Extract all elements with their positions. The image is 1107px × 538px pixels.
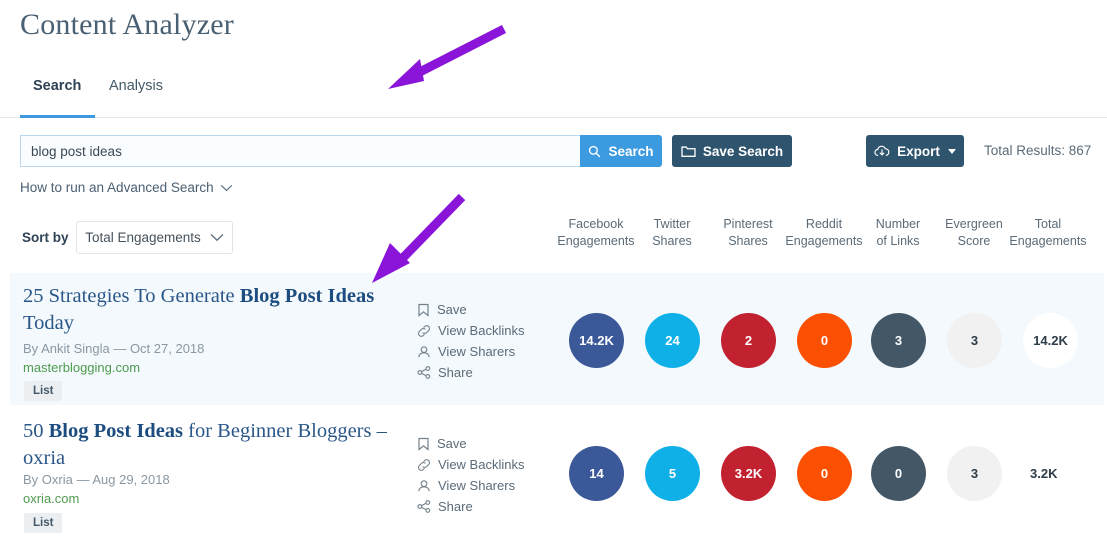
page-title: Content Analyzer [20,8,234,41]
column-header-line2: Engagements [1009,234,1087,248]
column-header-line1: Reddit [805,217,843,231]
metric-reddit-engagements: 0 [797,313,852,368]
action-label: Share [438,365,473,380]
tab-bar: Search Analysis [0,78,1107,118]
result-title[interactable]: 50 Blog Post Ideas for Beginner Bloggers… [23,418,403,472]
action-label: Save [437,302,467,317]
result-row[interactable]: 25 Strategies To Generate Blog Post Idea… [10,273,1104,405]
active-tab-indicator [20,115,95,118]
action-save[interactable]: Save [417,433,524,454]
action-label: Share [438,499,473,514]
action-share[interactable]: Share [417,362,524,383]
result-title-highlight: Blog Post Ideas [239,285,375,307]
metric-evergreen-score: 3 [947,313,1002,368]
result-title[interactable]: 25 Strategies To Generate Blog Post Idea… [23,283,403,337]
save-search-button[interactable]: Save Search [672,135,792,167]
action-view-sharers[interactable]: View Sharers [417,475,524,496]
metric-pinterest-shares: 2 [721,313,776,368]
column-header-line1: Twitter [653,217,691,231]
save-search-label: Save Search [702,143,784,159]
result-actions: Save View Backlinks View Sharers Share [417,299,524,383]
bookmark-icon [417,437,430,451]
column-header-line1: Total [1034,217,1062,231]
tab-search[interactable]: Search [33,78,81,118]
metric-facebook-engagements: 14.2K [569,313,624,368]
link-icon [417,324,431,338]
export-button-label: Export [897,143,940,159]
result-row[interactable]: 50 Blog Post Ideas for Beginner Bloggers… [10,408,1104,538]
metric-pinterest-shares: 3.2K [721,446,776,501]
action-view-backlinks[interactable]: View Backlinks [417,454,524,475]
action-label: Save [437,436,467,451]
result-title-highlight: Blog Post Ideas [48,420,184,442]
result-title-prefix: 25 Strategies To Generate [23,285,240,307]
action-label: View Sharers [438,478,516,493]
action-view-sharers[interactable]: View Sharers [417,341,524,362]
search-input[interactable] [20,135,580,167]
result-domain-link[interactable]: oxria.com [23,491,79,506]
result-type-badge: List [24,381,63,401]
total-results-count: Total Results: 867 [984,143,1092,158]
content-analyzer-page: Content Analyzer Search Analysis Search … [0,0,1107,538]
metric-total-engagements: 14.2K [1023,313,1078,368]
action-label: View Sharers [438,344,516,359]
bookmark-icon [417,303,430,317]
metric-evergreen-score: 3 [947,446,1002,501]
share-icon [417,500,431,513]
action-share[interactable]: Share [417,496,524,517]
share-icon [417,366,431,379]
metric-reddit-engagements: 0 [797,446,852,501]
metric-number-of-links: 3 [871,313,926,368]
link-icon [417,458,431,472]
column-header-total: Total Engagements [988,216,1107,250]
metric-twitter-shares: 24 [645,313,700,368]
result-byline: By Ankit Singla — Oct 27, 2018 [23,341,205,356]
advanced-search-label: How to run an Advanced Search [20,180,214,195]
cloud-download-icon [874,145,890,158]
tab-analysis[interactable]: Analysis [109,78,163,118]
result-title-suffix: Today [23,312,74,334]
search-button-label: Search [608,143,654,159]
metric-facebook-engagements: 14 [569,446,624,501]
person-icon [417,479,431,493]
result-actions: Save View Backlinks View Sharers Share [417,433,524,517]
action-save[interactable]: Save [417,299,524,320]
result-byline: By Oxria — Aug 29, 2018 [23,472,170,487]
chevron-down-icon [220,180,233,195]
metric-twitter-shares: 5 [645,446,700,501]
export-button[interactable]: Export [866,135,964,167]
column-headers: Facebook Engagements Twitter Shares Pinteres… [0,216,1107,278]
search-icon [588,145,601,158]
result-title-prefix: 50 [23,420,49,442]
metric-number-of-links: 0 [871,446,926,501]
person-icon [417,345,431,359]
search-button[interactable]: Search [580,135,662,167]
advanced-search-link[interactable]: How to run an Advanced Search [20,180,233,195]
action-label: View Backlinks [438,323,525,338]
folder-icon [681,145,696,158]
action-label: View Backlinks [438,457,525,472]
result-type-badge: List [24,513,63,533]
result-domain-link[interactable]: masterblogging.com [23,360,140,375]
chevron-down-icon [947,148,956,154]
action-view-backlinks[interactable]: View Backlinks [417,320,524,341]
metric-total-engagements: 3.2K [1030,466,1058,481]
